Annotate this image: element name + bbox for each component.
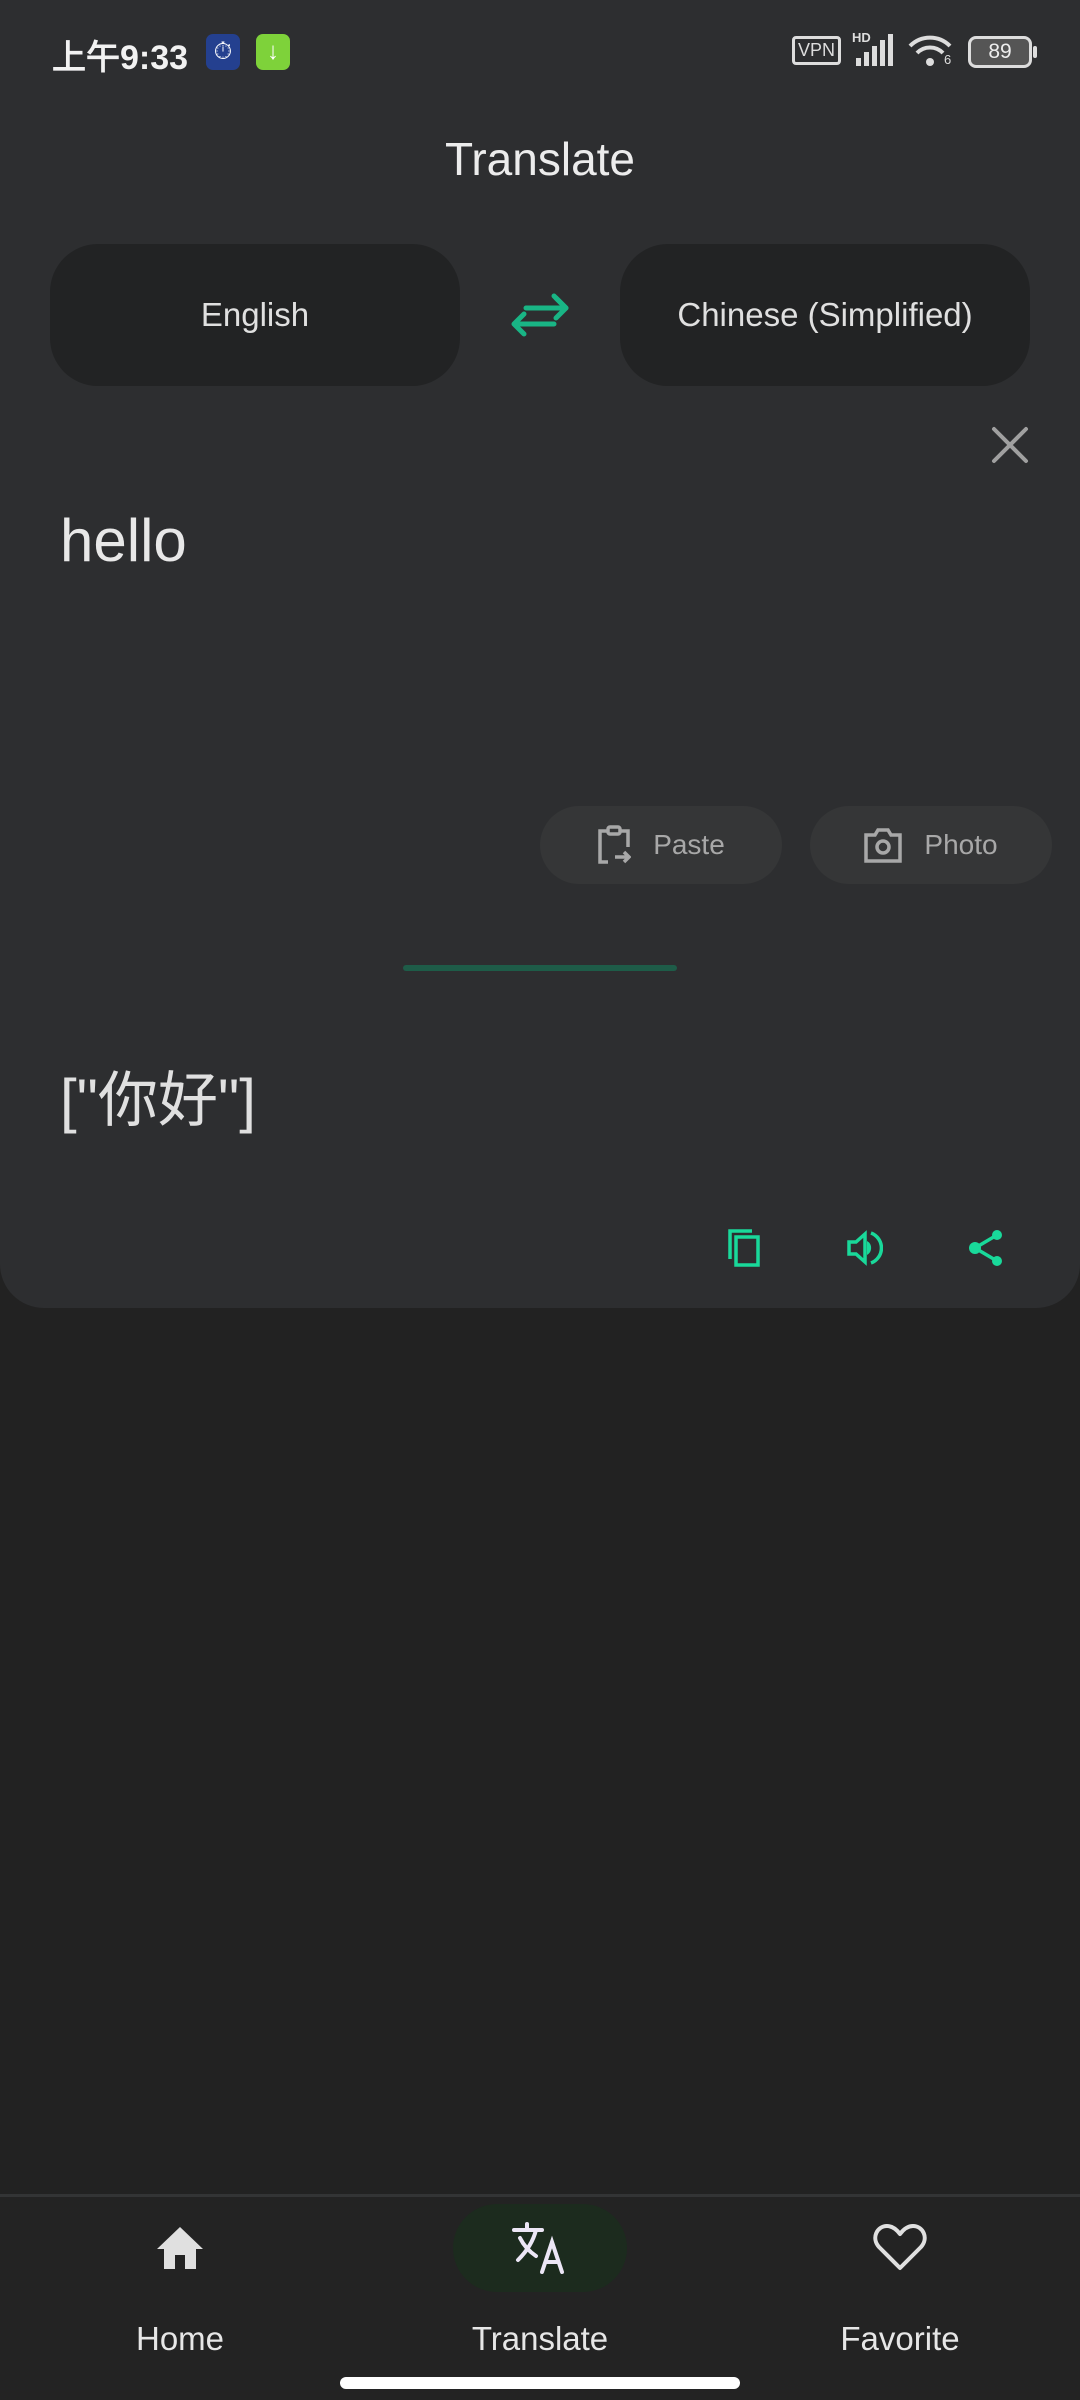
photo-button[interactable]: Photo (810, 806, 1052, 884)
copy-button[interactable] (718, 1222, 770, 1274)
status-time: 上午9:33 (52, 39, 189, 77)
nav-translate-label: Translate (471, 2320, 609, 2357)
paste-button[interactable]: Paste (540, 806, 782, 884)
camera-icon (864, 828, 903, 863)
target-language-button[interactable]: Chinese (Simplified) (620, 244, 1030, 386)
section-divider (403, 965, 677, 971)
share-button[interactable] (960, 1222, 1012, 1274)
paste-icon (598, 825, 632, 864)
app-notification-icon: ⏱ (206, 34, 240, 70)
nav-favorite-label: Favorite (840, 2320, 960, 2357)
swap-languages-icon[interactable] (510, 292, 570, 340)
home-icon (157, 2227, 203, 2269)
download-icon: ↓ (256, 34, 290, 70)
translation-output: ["你好"] (60, 1067, 256, 1134)
home-indicator[interactable] (340, 2377, 740, 2389)
vpn-icon: VPN (792, 36, 842, 65)
signal-icon (856, 34, 893, 66)
page-title: Translate (444, 133, 636, 185)
speaker-icon (847, 1230, 883, 1266)
copy-icon (728, 1229, 760, 1267)
source-text-input[interactable]: hello (60, 506, 187, 575)
photo-label: Photo (924, 829, 998, 860)
nav-home[interactable]: Home (50, 2204, 310, 2358)
source-language-button[interactable]: English (50, 244, 460, 386)
nav-home-label: Home (135, 2320, 225, 2357)
translate-icon (512, 2222, 564, 2274)
wifi-label: 6 (944, 52, 952, 67)
nav-favorite[interactable]: Favorite (770, 2204, 1030, 2358)
share-icon (969, 1230, 1002, 1266)
paste-label: Paste (653, 829, 725, 860)
clear-input-icon[interactable] (990, 425, 1030, 465)
heart-icon (873, 2224, 927, 2270)
battery-icon: 89 (968, 36, 1032, 68)
speak-button[interactable] (839, 1222, 891, 1274)
nav-translate[interactable]: Translate (410, 2204, 670, 2358)
battery-tip (1033, 46, 1037, 58)
